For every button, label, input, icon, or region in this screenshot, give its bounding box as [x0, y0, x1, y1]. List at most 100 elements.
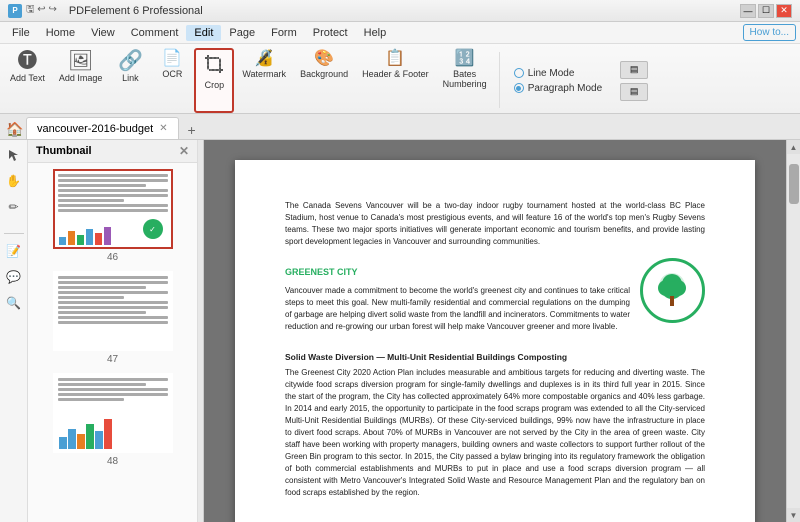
- menu-help[interactable]: Help: [356, 25, 395, 41]
- thumb-lines-46: [58, 174, 168, 212]
- maximize-button[interactable]: ☐: [758, 4, 774, 18]
- paragraph-mode-label: Paragraph Mode: [528, 83, 603, 94]
- thumb-img-46: ✓: [53, 169, 173, 249]
- tool-5[interactable]: 💬: [3, 266, 25, 288]
- howto-button[interactable]: How to...: [743, 24, 796, 41]
- ocr-button[interactable]: 📄 OCR: [152, 48, 192, 113]
- menu-comment[interactable]: Comment: [123, 25, 187, 41]
- greenest-heading: GREENEST CITY: [285, 266, 630, 280]
- thumb-content-47: [55, 273, 171, 349]
- home-tab-icon[interactable]: 🏠: [4, 119, 26, 139]
- paragraph-mode-option[interactable]: Paragraph Mode: [514, 83, 603, 94]
- title-bar-left: P 🖫 ↩ ↪ PDFelement 6 Professional: [8, 2, 203, 19]
- vertical-scrollbar: ▲ ▼: [786, 140, 800, 522]
- left-toolbar: ✋ ✏ 📝 💬 🔍: [0, 140, 28, 522]
- bates-numbering-button[interactable]: 🔢 BatesNumbering: [437, 48, 493, 113]
- tab-label: vancouver-2016-budget: [37, 123, 153, 135]
- header-footer-button[interactable]: 📋 Header & Footer: [356, 48, 435, 113]
- line-mode-label: Line Mode: [528, 68, 575, 79]
- menu-page[interactable]: Page: [221, 25, 263, 41]
- document-area: The Canada Sevens Vancouver will be a tw…: [204, 140, 786, 522]
- add-text-button[interactable]: 🅣 Add Text: [4, 48, 51, 113]
- thumb-chart-46: [55, 222, 171, 247]
- add-text-label: Add Text: [10, 73, 45, 83]
- line-mode-radio[interactable]: [514, 68, 524, 78]
- link-icon: 🔗: [118, 51, 143, 71]
- ocr-label: OCR: [162, 69, 182, 79]
- ocr-icon: 📄: [162, 51, 182, 67]
- quick-access: 🖫 ↩ ↪: [26, 2, 57, 19]
- minimize-button[interactable]: —: [740, 4, 756, 18]
- scroll-track[interactable]: [787, 154, 800, 508]
- crop-button[interactable]: Crop: [194, 48, 234, 113]
- header-footer-icon: 📋: [385, 51, 405, 67]
- menu-view[interactable]: View: [83, 25, 123, 41]
- tool-4[interactable]: 📝: [3, 240, 25, 262]
- menu-edit[interactable]: Edit: [186, 25, 221, 41]
- thumbnail-page-48[interactable]: 48: [34, 373, 191, 467]
- mode-options: Line Mode Paragraph Mode: [506, 48, 611, 113]
- add-image-icon: 🖼: [68, 51, 93, 71]
- menu-form[interactable]: Form: [263, 25, 305, 41]
- thumb-num-46: 46: [107, 252, 118, 263]
- scroll-down-button[interactable]: ▼: [787, 508, 800, 522]
- extra-controls: ▤ ▤: [612, 48, 656, 113]
- paragraph-mode-radio[interactable]: [514, 83, 524, 93]
- thumb-num-47: 47: [107, 354, 118, 365]
- add-image-label: Add Image: [59, 73, 103, 83]
- greenest-text: GREENEST CITY Vancouver made a commitmen…: [285, 258, 630, 343]
- add-text-icon: 🅣: [17, 51, 37, 71]
- document-page: The Canada Sevens Vancouver will be a tw…: [235, 160, 755, 522]
- document-tab[interactable]: vancouver-2016-budget ✕: [26, 117, 179, 139]
- tab-close-button[interactable]: ✕: [159, 123, 167, 134]
- link-label: Link: [122, 73, 139, 83]
- background-label: Background: [300, 69, 348, 79]
- menu-file[interactable]: File: [4, 25, 38, 41]
- thumbnail-list: ✓ 46: [28, 163, 197, 522]
- hand-tool[interactable]: ✋: [3, 170, 25, 192]
- menu-home[interactable]: Home: [38, 25, 83, 41]
- watermark-button[interactable]: 🔏 Watermark: [236, 48, 292, 113]
- link-button[interactable]: 🔗 Link: [110, 48, 150, 113]
- crop-icon: [203, 53, 225, 78]
- doc-content: The Canada Sevens Vancouver will be a tw…: [285, 200, 705, 499]
- watermark-label: Watermark: [242, 69, 286, 79]
- doc-para-1: The Canada Sevens Vancouver will be a tw…: [285, 200, 705, 248]
- greenest-para: Vancouver made a commitment to become th…: [285, 285, 630, 333]
- thumb-chart-48: [55, 416, 171, 451]
- watermark-icon: 🔏: [254, 51, 274, 67]
- thumbnail-page-46[interactable]: ✓ 46: [34, 169, 191, 263]
- bates-icon: 🔢: [455, 51, 475, 67]
- thumbnail-header: Thumbnail ✕: [28, 140, 197, 163]
- thumbnail-page-47[interactable]: 47: [34, 271, 191, 365]
- scroll-up-button[interactable]: ▲: [787, 140, 800, 154]
- select-tool[interactable]: [3, 144, 25, 166]
- add-image-button[interactable]: 🖼 Add Image: [53, 48, 109, 113]
- thumbnail-title: Thumbnail: [36, 145, 92, 157]
- extra-btn-1[interactable]: ▤: [620, 61, 648, 79]
- line-mode-option[interactable]: Line Mode: [514, 68, 603, 79]
- scroll-thumb[interactable]: [789, 164, 799, 204]
- header-footer-label: Header & Footer: [362, 69, 429, 79]
- extra-btn-2[interactable]: ▤: [620, 83, 648, 101]
- menu-protect[interactable]: Protect: [305, 25, 356, 41]
- main-layout: ✋ ✏ 📝 💬 🔍 Thumbnail ✕: [0, 140, 800, 522]
- close-button[interactable]: ✕: [776, 4, 792, 18]
- thumb-lines-47: [58, 276, 168, 324]
- greenest-icon: [640, 258, 705, 323]
- greenest-section: GREENEST CITY Vancouver made a commitmen…: [285, 258, 705, 343]
- tab-bar: 🏠 vancouver-2016-budget ✕ +: [0, 114, 800, 140]
- tool-6[interactable]: 🔍: [3, 292, 25, 314]
- title-bar: P 🖫 ↩ ↪ PDFelement 6 Professional — ☐ ✕: [0, 0, 800, 22]
- add-tab-button[interactable]: +: [183, 121, 201, 139]
- thumbnail-close-button[interactable]: ✕: [179, 144, 189, 158]
- window-controls: — ☐ ✕: [740, 4, 792, 18]
- thumb-lines-48: [58, 378, 168, 401]
- edit-tool[interactable]: ✏: [3, 196, 25, 218]
- background-icon: 🎨: [314, 51, 334, 67]
- background-button[interactable]: 🎨 Background: [294, 48, 354, 113]
- thumbnail-panel: Thumbnail ✕: [28, 140, 198, 522]
- thumb-num-48: 48: [107, 456, 118, 467]
- solid-waste-heading: Solid Waste Diversion — Multi-Unit Resid…: [285, 351, 705, 364]
- ribbon: 🅣 Add Text 🖼 Add Image 🔗 Link 📄 OCR Crop…: [0, 44, 800, 114]
